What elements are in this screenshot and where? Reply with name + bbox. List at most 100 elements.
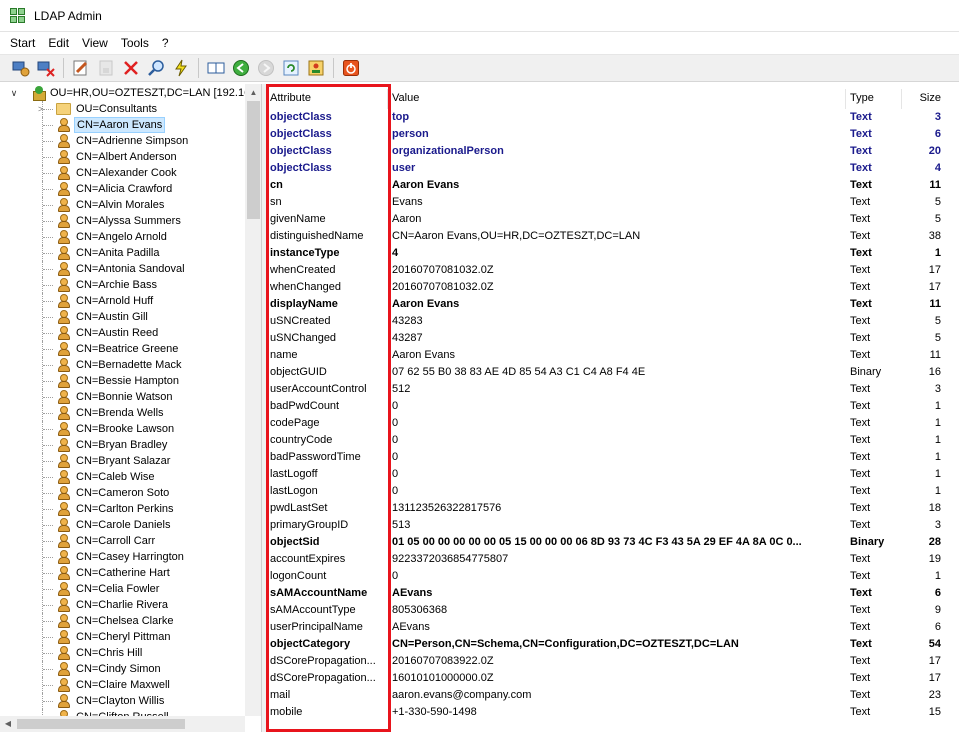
tree-icon[interactable] — [305, 57, 327, 79]
tree-user-node[interactable]: CN=Carlton Perkins — [0, 501, 245, 517]
attribute-row[interactable]: objectGUID07 62 55 B0 38 83 AE 4D 85 54 … — [266, 364, 959, 381]
tree-user-node[interactable]: CN=Cheryl Pittman — [0, 629, 245, 645]
scroll-thumb[interactable] — [247, 101, 260, 219]
attribute-row[interactable]: sAMAccountNameAEvansText6 — [266, 585, 959, 602]
attribute-row[interactable]: givenNameAaronText5 — [266, 211, 959, 228]
tree-user-node[interactable]: CN=Alyssa Summers — [0, 213, 245, 229]
scroll-left-icon[interactable]: ◀ — [0, 716, 16, 732]
column-header-value[interactable]: Value — [388, 89, 846, 109]
attribute-row[interactable]: nameAaron EvansText11 — [266, 347, 959, 364]
attribute-row[interactable]: mailaaron.evans@company.comText23 — [266, 687, 959, 704]
tree-user-node[interactable]: CN=Angelo Arnold — [0, 229, 245, 245]
scroll-up-icon[interactable]: ▲ — [245, 84, 262, 101]
attribute-row[interactable]: snEvansText5 — [266, 194, 959, 211]
menu-tools[interactable]: Tools — [115, 34, 156, 52]
tree-user-node[interactable]: CN=Austin Gill — [0, 309, 245, 325]
attribute-row[interactable]: objectClasstopText3 — [266, 109, 959, 126]
tree-user-node[interactable]: CN=Charlie Rivera — [0, 597, 245, 613]
tree-user-node[interactable]: CN=Chelsea Clarke — [0, 613, 245, 629]
edit-icon[interactable] — [70, 57, 92, 79]
attribute-row[interactable]: accountExpires9223372036854775807Text19 — [266, 551, 959, 568]
forward-icon[interactable] — [255, 57, 277, 79]
tree-user-node[interactable]: CN=Bryant Salazar — [0, 453, 245, 469]
tree-user-node[interactable]: CN=Chris Hill — [0, 645, 245, 661]
tree-vertical-scrollbar[interactable]: ▲ — [245, 84, 262, 716]
schema-icon[interactable] — [205, 57, 227, 79]
tree-user-node[interactable]: CN=Albert Anderson — [0, 149, 245, 165]
tree-user-node[interactable]: CN=Antonia Sandoval — [0, 261, 245, 277]
attribute-row[interactable]: cnAaron EvansText11 — [266, 177, 959, 194]
attribute-row[interactable]: uSNChanged43287Text5 — [266, 330, 959, 347]
tree-folder-node[interactable]: >OU=Consultants — [0, 101, 245, 117]
back-icon[interactable] — [230, 57, 252, 79]
attribute-row[interactable]: dSCorePropagation...16010101000000.0ZTex… — [266, 670, 959, 687]
attribute-row[interactable]: userAccountControl512Text3 — [266, 381, 959, 398]
attribute-row[interactable]: countryCode0Text1 — [266, 432, 959, 449]
attribute-row[interactable]: userPrincipalNameAEvansText6 — [266, 619, 959, 636]
tree-user-node[interactable]: CN=Alexander Cook — [0, 165, 245, 181]
attribute-row[interactable]: whenCreated20160707081032.0ZText17 — [266, 262, 959, 279]
tree-horizontal-scrollbar[interactable]: ◀ — [0, 716, 245, 732]
column-header-attribute[interactable]: Attribute — [266, 89, 388, 109]
attribute-row[interactable]: lastLogon0Text1 — [266, 483, 959, 500]
search-icon[interactable] — [145, 57, 167, 79]
tree-user-node[interactable]: CN=Bonnie Watson — [0, 389, 245, 405]
attribute-row[interactable]: uSNCreated43283Text5 — [266, 313, 959, 330]
menu-view[interactable]: View — [76, 34, 115, 52]
attribute-row[interactable]: instanceType4Text1 — [266, 245, 959, 262]
attribute-row[interactable]: mobile+1-330-590-1498Text15 — [266, 704, 959, 721]
attribute-row[interactable]: dSCorePropagation...20160707083922.0ZTex… — [266, 653, 959, 670]
lightning-icon[interactable] — [170, 57, 192, 79]
connect-icon[interactable] — [10, 57, 32, 79]
attribute-row[interactable]: objectClasspersonText6 — [266, 126, 959, 143]
attribute-row[interactable]: pwdLastSet131123526322817576Text18 — [266, 500, 959, 517]
scroll-thumb[interactable] — [17, 719, 185, 729]
tree-user-node[interactable]: CN=Alvin Morales — [0, 197, 245, 213]
tree-user-node[interactable]: CN=Caleb Wise — [0, 469, 245, 485]
tree-user-node[interactable]: CN=Bernadette Mack — [0, 357, 245, 373]
attribute-row[interactable]: objectCategoryCN=Person,CN=Schema,CN=Con… — [266, 636, 959, 653]
attribute-row[interactable]: objectClassorganizationalPersonText20 — [266, 143, 959, 160]
column-header-type[interactable]: Type — [846, 89, 902, 109]
chevron-right-icon[interactable]: > — [38, 101, 43, 117]
save-icon[interactable] — [95, 57, 117, 79]
exit-icon[interactable] — [340, 57, 362, 79]
tree-user-node[interactable]: CN=Carroll Carr — [0, 533, 245, 549]
attribute-row[interactable]: primaryGroupID513Text3 — [266, 517, 959, 534]
delete-icon[interactable] — [120, 57, 142, 79]
attribute-row[interactable]: displayNameAaron EvansText11 — [266, 296, 959, 313]
tree-user-node[interactable]: CN=Bessie Hampton — [0, 373, 245, 389]
menu-edit[interactable]: Edit — [42, 34, 76, 52]
attribute-row[interactable]: lastLogoff0Text1 — [266, 466, 959, 483]
tree-user-node[interactable]: CN=Celia Fowler — [0, 581, 245, 597]
tree-user-node[interactable]: CN=Anita Padilla — [0, 245, 245, 261]
tree-user-node[interactable]: CN=Alicia Crawford — [0, 181, 245, 197]
tree-user-node[interactable]: CN=Bryan Bradley — [0, 437, 245, 453]
tree-user-node[interactable]: CN=Arnold Huff — [0, 293, 245, 309]
tree-user-node[interactable]: CN=Claire Maxwell — [0, 677, 245, 693]
tree-user-node[interactable]: CN=Brooke Lawson — [0, 421, 245, 437]
attribute-row[interactable]: distinguishedNameCN=Aaron Evans,OU=HR,DC… — [266, 228, 959, 245]
tree-user-node[interactable]: CN=Cindy Simon — [0, 661, 245, 677]
tree-user-node[interactable]: CN=Adrienne Simpson — [0, 133, 245, 149]
tree-user-node[interactable]: CN=Archie Bass — [0, 277, 245, 293]
attribute-row[interactable]: objectSid01 05 00 00 00 00 00 05 15 00 0… — [266, 534, 959, 551]
refresh-icon[interactable] — [280, 57, 302, 79]
tree-user-node[interactable]: CN=Austin Reed — [0, 325, 245, 341]
attribute-row[interactable]: badPwdCount0Text1 — [266, 398, 959, 415]
menu-start[interactable]: Start — [0, 34, 42, 52]
attribute-row[interactable]: badPasswordTime0Text1 — [266, 449, 959, 466]
tree-user-node[interactable]: CN=Casey Harrington — [0, 549, 245, 565]
tree-user-node[interactable]: CN=Cameron Soto — [0, 485, 245, 501]
attribute-row[interactable]: sAMAccountType805306368Text9 — [266, 602, 959, 619]
chevron-down-icon[interactable]: ∨ — [8, 88, 20, 99]
tree-user-node[interactable]: CN=Clayton Willis — [0, 693, 245, 709]
disconnect-icon[interactable] — [35, 57, 57, 79]
tree-root-node[interactable]: ∨ OU=HR,OU=OZTESZT,DC=LAN [192.16 — [8, 85, 250, 101]
column-header-size[interactable]: Size — [902, 89, 959, 109]
tree-user-node[interactable]: CN=Catherine Hart — [0, 565, 245, 581]
attribute-row[interactable]: whenChanged20160707081032.0ZText17 — [266, 279, 959, 296]
tree-user-node[interactable]: CN=Aaron Evans — [0, 117, 245, 133]
directory-tree[interactable]: ∨ OU=HR,OU=OZTESZT,DC=LAN [192.16 >OU=Co… — [0, 84, 262, 732]
tree-user-node[interactable]: CN=Beatrice Greene — [0, 341, 245, 357]
